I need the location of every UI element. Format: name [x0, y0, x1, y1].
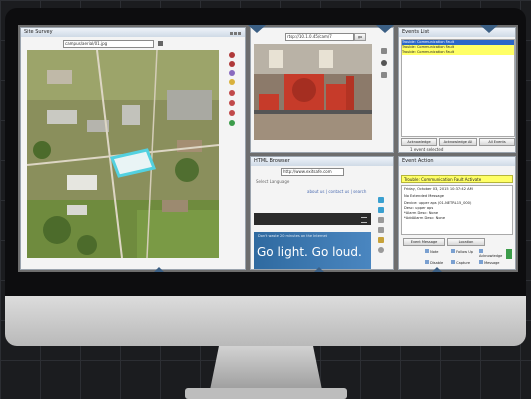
camera-go-button[interactable]: go — [354, 33, 366, 41]
marker-icon — [432, 267, 442, 272]
event-add-alarm-desc: *AddAlarm Desc: None — [404, 216, 446, 220]
follow-up-option[interactable]: Follow Up — [451, 249, 473, 254]
follow-up-label: Follow Up — [456, 250, 473, 254]
refresh-icon[interactable] — [229, 120, 235, 126]
volume-icon[interactable] — [506, 249, 512, 259]
acknowledge-icon — [479, 249, 483, 253]
monitor-screen: Site Survey campus/aerial/01.jpg rtsp://… — [18, 25, 518, 272]
message-icon — [479, 260, 483, 264]
camera-address-field[interactable]: rtsp://10.1.0.45/cam/7 — [285, 33, 354, 41]
monitor-base — [185, 388, 347, 399]
message-label: Message — [484, 261, 500, 265]
follow-up-icon — [451, 249, 455, 253]
tab-event-message[interactable]: Event Message — [403, 238, 445, 246]
map-address-field[interactable]: campus/aerial/01.jpg — [63, 40, 154, 48]
browser-window[interactable]: HTML Browser http://www.exitsafe.com Sel… — [250, 156, 394, 270]
aerial-campus-image — [27, 50, 219, 258]
capture-option[interactable]: Capture — [451, 260, 470, 265]
camera-window[interactable]: rtsp://10.1.0.45/cam/7 go — [250, 27, 394, 153]
event-row[interactable]: Trouble: Communication Fault — [402, 50, 514, 55]
note-icon — [425, 249, 429, 253]
find-icon[interactable] — [378, 247, 384, 253]
marker-icon — [248, 25, 266, 33]
magnify-minus-icon[interactable] — [229, 100, 235, 106]
acknowledge-option[interactable]: Acknowledge — [479, 249, 503, 258]
event-detail-title: Event Action — [402, 158, 434, 164]
marker-icon — [376, 25, 394, 33]
browser-language-label[interactable]: Select Language — [256, 179, 289, 184]
stop-icon[interactable] — [378, 217, 384, 223]
zoom-in-icon[interactable] — [229, 52, 235, 58]
camera-feed-image — [254, 44, 372, 140]
message-option[interactable]: Message — [479, 260, 499, 265]
map-go-icon[interactable] — [158, 41, 163, 46]
marker-icon — [480, 25, 498, 33]
marker-icon — [154, 267, 164, 272]
zoom-out-icon[interactable] — [229, 61, 235, 67]
layers-icon[interactable] — [229, 70, 235, 76]
ptz-left-icon[interactable] — [381, 72, 387, 78]
map-window-titlebar[interactable]: Site Survey — [21, 28, 245, 37]
events-list: Trouble: Communication Fault Trouble: Co… — [401, 39, 515, 137]
pan-icon[interactable] — [229, 79, 235, 85]
marker-icon — [314, 267, 324, 272]
map-window-title: Site Survey — [24, 29, 53, 35]
event-no-message: No Extended Message — [404, 194, 444, 198]
browser-window-titlebar[interactable]: HTML Browser — [251, 157, 393, 166]
event-message-box: Friday, October 03, 2015 10:37:42 AM No … — [401, 185, 513, 235]
banner-headline: Go light. Go loud. — [257, 245, 362, 259]
all-events-button[interactable]: All Events — [479, 138, 515, 146]
browser-nav-links[interactable]: about us | contact us | search — [307, 189, 366, 194]
browser-url-field[interactable]: http://www.exitsafe.com — [281, 168, 344, 176]
banner-top-text: Don't waste 20 minutes on the Internet — [258, 234, 328, 238]
home-icon[interactable] — [378, 227, 384, 233]
events-window-title: Events List — [402, 29, 430, 35]
magnify-icon[interactable] — [229, 90, 235, 96]
note-label: Note — [430, 250, 439, 254]
ptz-record-icon[interactable] — [381, 60, 387, 66]
acknowledge-all-button[interactable]: Acknowledge All — [439, 138, 477, 146]
ptz-right-icon[interactable] — [381, 48, 387, 54]
browser-dark-bar — [254, 213, 371, 225]
search-icon[interactable] — [229, 110, 235, 116]
event-header-bar: Trouble: Communication Fault Activate — [401, 175, 513, 183]
browser-banner: Don't waste 20 minutes on the Internet G… — [254, 232, 371, 269]
back-icon[interactable] — [378, 197, 384, 203]
events-window[interactable]: Events List Trouble: Communication Fault… — [398, 27, 516, 153]
tab-location[interactable]: Location — [447, 238, 485, 246]
disable-label: Disable — [430, 261, 444, 265]
event-detail-titlebar[interactable]: Event Action — [399, 157, 515, 166]
map-window[interactable]: Site Survey campus/aerial/01.jpg — [20, 27, 246, 270]
status-text: 1 event selected — [410, 147, 444, 152]
forward-icon[interactable] — [378, 207, 384, 213]
disable-icon — [425, 260, 429, 264]
disable-option[interactable]: Disable — [425, 260, 443, 265]
acknowledge-label: Acknowledge — [479, 254, 503, 258]
acknowledge-button[interactable]: Acknowledge — [401, 138, 437, 146]
window-controls[interactable] — [229, 30, 243, 35]
capture-icon — [451, 260, 455, 264]
print-icon[interactable] — [378, 237, 384, 243]
capture-label: Capture — [456, 261, 471, 265]
monitor-stand — [210, 346, 322, 390]
event-detail-window[interactable]: Event Action Trouble: Communication Faul… — [398, 156, 516, 270]
browser-window-title: HTML Browser — [254, 158, 290, 164]
event-options: Note Follow Up Acknowledge Disable Captu… — [403, 247, 503, 269]
browser-menu-icon[interactable] — [361, 217, 367, 223]
note-option[interactable]: Note — [425, 249, 438, 254]
monitor-chin — [5, 296, 526, 346]
event-timestamp: Friday, October 03, 2015 10:37:42 AM — [404, 187, 473, 191]
